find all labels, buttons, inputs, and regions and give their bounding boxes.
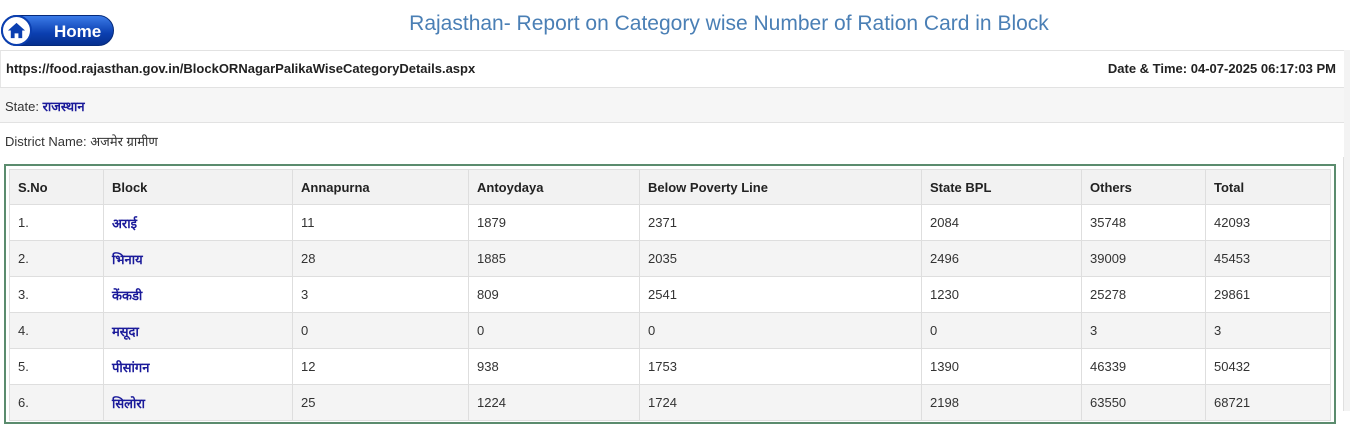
table-row: 6. सिलोरा 25 1224 1724 2198 63550 68721	[9, 384, 1331, 421]
cell-others: 3	[1081, 312, 1206, 349]
cell-block[interactable]: अराई	[103, 204, 293, 241]
cell-total: 42093	[1205, 204, 1331, 241]
state-row: State: राजस्थान	[0, 87, 1344, 122]
cell-others: 35748	[1081, 204, 1206, 241]
date-time-label: Date & Time:	[1107, 61, 1188, 76]
col-block-header: Block	[103, 169, 293, 205]
cell-bpl: 1724	[639, 384, 922, 421]
cell-state-bpl: 2084	[921, 204, 1082, 241]
cell-state-bpl: 2198	[921, 384, 1082, 421]
page-url: https://food.rajasthan.gov.in/BlockORNag…	[6, 61, 476, 76]
report-table-container: S.No Block Annapurna Antoydaya Below Pov…	[4, 164, 1336, 424]
cell-total: 45453	[1205, 240, 1331, 277]
cell-sno: 4.	[9, 312, 104, 349]
top-bar: Home Rajasthan- Report on Category wise …	[0, 0, 1350, 50]
district-info: District Name: अजमेर ग्रामीण	[5, 132, 158, 150]
cell-bpl: 2371	[639, 204, 922, 241]
cell-others: 39009	[1081, 240, 1206, 277]
date-time-value: 04-07-2025 06:17:03 PM	[1190, 61, 1336, 76]
cell-sno: 3.	[9, 276, 104, 313]
cell-antoydaya: 0	[468, 312, 640, 349]
cell-block[interactable]: पीसांगन	[103, 348, 293, 385]
cell-sno: 1.	[9, 204, 104, 241]
cell-annapurna: 25	[292, 384, 469, 421]
cell-sno: 5.	[9, 348, 104, 385]
state-label: State:	[5, 99, 39, 114]
cell-bpl: 2035	[639, 240, 922, 277]
cell-others: 63550	[1081, 384, 1206, 421]
col-total-header: Total	[1205, 169, 1331, 205]
cell-block[interactable]: मसूदा	[103, 312, 293, 349]
col-annapurna-header: Annapurna	[292, 169, 469, 205]
cell-bpl: 1753	[639, 348, 922, 385]
cell-total: 50432	[1205, 348, 1331, 385]
cell-bpl: 2541	[639, 276, 922, 313]
cell-antoydaya: 938	[468, 348, 640, 385]
col-state-bpl-header: State BPL	[921, 169, 1082, 205]
table-row: 4. मसूदा 0 0 0 0 3 3	[9, 312, 1331, 349]
cell-block[interactable]: भिनाय	[103, 240, 293, 277]
col-sno-header: S.No	[9, 169, 104, 205]
cell-block[interactable]: केंकडी	[103, 276, 293, 313]
district-label: District Name:	[5, 134, 87, 149]
cell-antoydaya: 809	[468, 276, 640, 313]
cell-sno: 2.	[9, 240, 104, 277]
scrollbar-track[interactable]	[1343, 50, 1350, 411]
page-title: Rajasthan- Report on Category wise Numbe…	[409, 12, 1049, 35]
cell-others: 46339	[1081, 348, 1206, 385]
url-row: https://food.rajasthan.gov.in/BlockORNag…	[0, 50, 1344, 87]
cell-total: 3	[1205, 312, 1331, 349]
cell-bpl: 0	[639, 312, 922, 349]
cell-annapurna: 0	[292, 312, 469, 349]
cell-annapurna: 12	[292, 348, 469, 385]
table-row: 2. भिनाय 28 1885 2035 2496 39009 45453	[9, 240, 1331, 277]
table-row: 5. पीसांगन 12 938 1753 1390 46339 50432	[9, 348, 1331, 385]
cell-state-bpl: 1230	[921, 276, 1082, 313]
cell-block[interactable]: सिलोरा	[103, 384, 293, 421]
cell-total: 29861	[1205, 276, 1331, 313]
cell-state-bpl: 1390	[921, 348, 1082, 385]
col-bpl-header: Below Poverty Line	[639, 169, 922, 205]
report-table: S.No Block Annapurna Antoydaya Below Pov…	[9, 169, 1331, 421]
state-value: राजस्थान	[42, 99, 85, 114]
col-antoydaya-header: Antoydaya	[468, 169, 640, 205]
cell-antoydaya: 1224	[468, 384, 640, 421]
district-value: अजमेर ग्रामीण	[90, 134, 158, 149]
col-others-header: Others	[1081, 169, 1206, 205]
table-row: 1. अराई 11 1879 2371 2084 35748 42093	[9, 204, 1331, 241]
district-row: District Name: अजमेर ग्रामीण	[0, 122, 1344, 157]
cell-state-bpl: 2496	[921, 240, 1082, 277]
cell-antoydaya: 1885	[468, 240, 640, 277]
table-row: 3. केंकडी 3 809 2541 1230 25278 29861	[9, 276, 1331, 313]
date-time: Date & Time: 04-07-2025 06:17:03 PM	[1108, 61, 1336, 76]
cell-annapurna: 28	[292, 240, 469, 277]
cell-total: 68721	[1205, 384, 1331, 421]
cell-annapurna: 11	[292, 204, 469, 241]
cell-state-bpl: 0	[921, 312, 1082, 349]
table-header-row: S.No Block Annapurna Antoydaya Below Pov…	[9, 169, 1331, 205]
state-info: State: राजस्थान	[5, 97, 85, 115]
cell-others: 25278	[1081, 276, 1206, 313]
cell-antoydaya: 1879	[468, 204, 640, 241]
cell-sno: 6.	[9, 384, 104, 421]
cell-annapurna: 3	[292, 276, 469, 313]
